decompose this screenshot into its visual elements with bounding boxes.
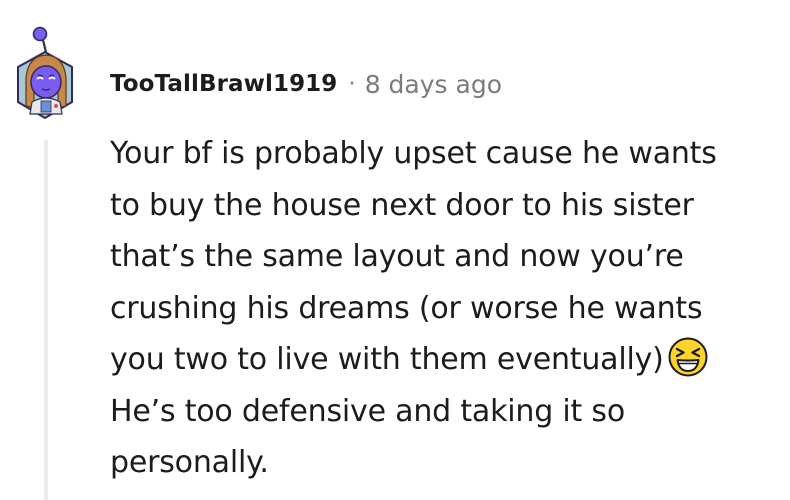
comment-text-line: He’s too defensive and taking it so — [110, 393, 626, 429]
user-avatar[interactable] — [12, 22, 78, 122]
comment-timestamp[interactable]: 8 days ago — [365, 70, 502, 99]
comment-text-line: Your bf is probably upset cause he wants — [110, 136, 717, 171]
thread-collapse-line[interactable] — [44, 140, 48, 500]
comment-text-line: to buy the house next door to his sister — [110, 187, 694, 223]
comment-text-segment: you two to live with them eventually) — [110, 342, 664, 377]
comment-text-line-with-emoji: you two to live with them eventually) — [110, 334, 790, 386]
username-link[interactable]: TooTallBrawl1919 — [110, 71, 337, 97]
comment-text-line: that’s the same layout and now you’re — [110, 239, 684, 274]
laughing-squinting-face-emoji-icon — [668, 337, 708, 377]
comment: TooTallBrawl1919 · 8 days ago Your bf is… — [0, 0, 790, 500]
comment-text-line: personally. — [110, 445, 269, 480]
comment-text-line: crushing his dreams (or worse he wants — [110, 290, 703, 326]
comment-body: Your bf is probably upset cause he wants… — [110, 128, 790, 489]
snoo-avatar-icon — [17, 26, 73, 120]
meta-separator: · — [348, 71, 356, 97]
comment-header: TooTallBrawl1919 · 8 days ago — [110, 66, 502, 102]
